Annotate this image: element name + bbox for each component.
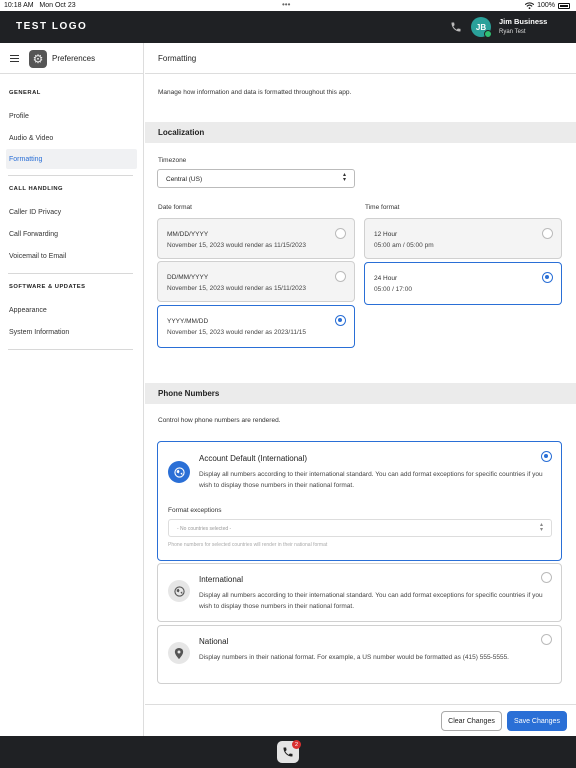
phone-icon[interactable] [450, 21, 462, 33]
battery-icon [558, 2, 570, 9]
globe-icon [168, 461, 190, 483]
status-time: 10:18 AM Mon Oct 23 [4, 2, 76, 9]
timezone-label: Timezone [158, 157, 187, 164]
globe-icon [168, 580, 190, 602]
date-format-option-mmddyyyy[interactable]: MM/DD/YYYY November 15, 2023 would rende… [157, 218, 355, 259]
localization-heading: Localization [158, 128, 205, 137]
section-label-call-handling: CALL HANDLING [9, 186, 64, 192]
option-title: 24 Hour [374, 275, 398, 282]
phone-numbers-section-header: Phone Numbers [145, 383, 576, 404]
multitasking-dots-icon[interactable]: ••• [282, 0, 290, 9]
option-title: Account Default (International) [199, 454, 308, 463]
time-format-label: Time format [365, 204, 400, 211]
chevron-up-down-icon: ▴ ▾ [539, 522, 543, 533]
localization-section-header: Localization [145, 122, 576, 143]
option-description: Display all numbers according to their i… [199, 592, 543, 610]
option-title: 12 Hour [374, 231, 398, 238]
user-name: Jim Business [499, 17, 548, 26]
phone-icon [283, 747, 293, 757]
sidebar-item-profile[interactable]: Profile [0, 105, 137, 127]
radio-button[interactable] [335, 271, 346, 282]
option-title: MM/DD/YYYY [167, 231, 209, 238]
form-footer: Clear Changes Save Changes [145, 704, 576, 736]
date-format-label: Date format [158, 204, 192, 211]
radio-button[interactable] [541, 634, 552, 645]
menu-icon[interactable] [10, 55, 19, 62]
option-example: November 15, 2023 would render as 15/11/… [167, 285, 307, 292]
sidebar-item-caller-id-privacy[interactable]: Caller ID Privacy [0, 201, 137, 223]
timezone-select[interactable]: Central (US) ▴ ▾ [157, 169, 355, 188]
radio-button[interactable] [541, 572, 552, 583]
phone-format-option-account-default[interactable]: Account Default (International) Display … [157, 441, 562, 561]
page-title: Formatting [158, 54, 197, 63]
radio-button-selected[interactable] [542, 272, 553, 283]
user-subtitle: Ryan Test [499, 29, 526, 35]
section-label-software-updates: SOFTWARE & UPDATES [9, 284, 86, 290]
time-format-option-12-hour[interactable]: 12 Hour 05:00 am / 05:00 pm [364, 218, 562, 259]
option-example: November 15, 2023 would render as 11/15/… [167, 242, 307, 249]
radio-button-selected[interactable] [541, 451, 552, 462]
radio-button[interactable] [542, 228, 553, 239]
page-intro: Manage how information and data is forma… [158, 89, 352, 96]
bottom-dock: 2 [0, 736, 576, 768]
status-bar: 10:18 AM Mon Oct 23 ••• 100% [0, 0, 576, 11]
date-format-option-ddmmyyyy[interactable]: DD/MM/YYYY November 15, 2023 would rende… [157, 261, 355, 302]
format-exceptions-select[interactable]: - No countries selected - ▴ ▾ [168, 519, 552, 537]
sidebar: ⚙ Preferences GENERAL Profile Audio & Vi… [0, 43, 144, 736]
option-title: National [199, 637, 229, 646]
sidebar-header: ⚙ Preferences [0, 43, 143, 74]
sidebar-item-audio-video[interactable]: Audio & Video [0, 127, 137, 149]
sidebar-divider [8, 349, 133, 350]
section-label-general: GENERAL [9, 90, 41, 96]
option-example: 05:00 / 17:00 [374, 286, 412, 293]
phone-numbers-heading: Phone Numbers [158, 389, 220, 398]
phone-format-option-international[interactable]: International Display all numbers accord… [157, 563, 562, 622]
format-exceptions-label: Format exceptions [168, 507, 222, 514]
option-title: DD/MM/YYYY [167, 274, 209, 281]
option-title: YYYY/MM/DD [167, 318, 209, 325]
sidebar-item-system-information[interactable]: System Information [0, 321, 137, 343]
time-format-option-24-hour[interactable]: 24 Hour 05:00 / 17:00 [364, 262, 562, 305]
sidebar-item-appearance[interactable]: Appearance [0, 299, 137, 321]
clear-changes-button[interactable]: Clear Changes [441, 711, 502, 731]
main-content: Formatting Manage how information and da… [145, 43, 576, 736]
option-example: 05:00 am / 05:00 pm [374, 242, 434, 249]
phone-format-option-national[interactable]: National Display numbers in their nation… [157, 625, 562, 684]
sidebar-item-voicemail-to-email[interactable]: Voicemail to Email [0, 245, 137, 267]
sidebar-title: Preferences [52, 54, 96, 63]
map-pin-icon [168, 642, 190, 664]
notification-badge: 2 [292, 740, 301, 749]
format-exceptions-placeholder: - No countries selected - [177, 526, 232, 532]
wifi-icon [525, 2, 535, 9]
online-status-icon [484, 30, 492, 38]
option-description: Display all numbers according to their i… [199, 471, 543, 489]
date-format-option-yyyymmdd[interactable]: YYYY/MM/DD November 15, 2023 would rende… [157, 305, 355, 348]
save-changes-button[interactable]: Save Changes [507, 711, 567, 731]
app-logo: TEST LOGO [16, 21, 88, 32]
app-bar: TEST LOGO JB Jim Business Ryan Test [0, 11, 576, 43]
phone-numbers-intro: Control how phone numbers are rendered. [158, 417, 281, 424]
format-exceptions-help: Phone numbers for selected countries wil… [168, 542, 328, 548]
option-description: Display numbers in their national format… [199, 654, 509, 661]
timezone-value: Central (US) [166, 176, 203, 183]
sidebar-item-call-forwarding[interactable]: Call Forwarding [0, 223, 137, 245]
user-info[interactable]: Jim Business Ryan Test [499, 17, 547, 35]
gear-icon: ⚙ [29, 50, 47, 68]
radio-button[interactable] [335, 228, 346, 239]
option-title: International [199, 575, 244, 584]
main-header: Formatting [145, 43, 576, 74]
status-right: 100% [525, 2, 570, 9]
option-example: November 15, 2023 would render as 2023/1… [167, 329, 307, 336]
battery-percent: 100% [537, 2, 555, 9]
chevron-up-down-icon: ▴ ▾ [342, 172, 346, 183]
sidebar-item-formatting[interactable]: Formatting [6, 149, 137, 169]
radio-button-selected[interactable] [335, 315, 346, 326]
